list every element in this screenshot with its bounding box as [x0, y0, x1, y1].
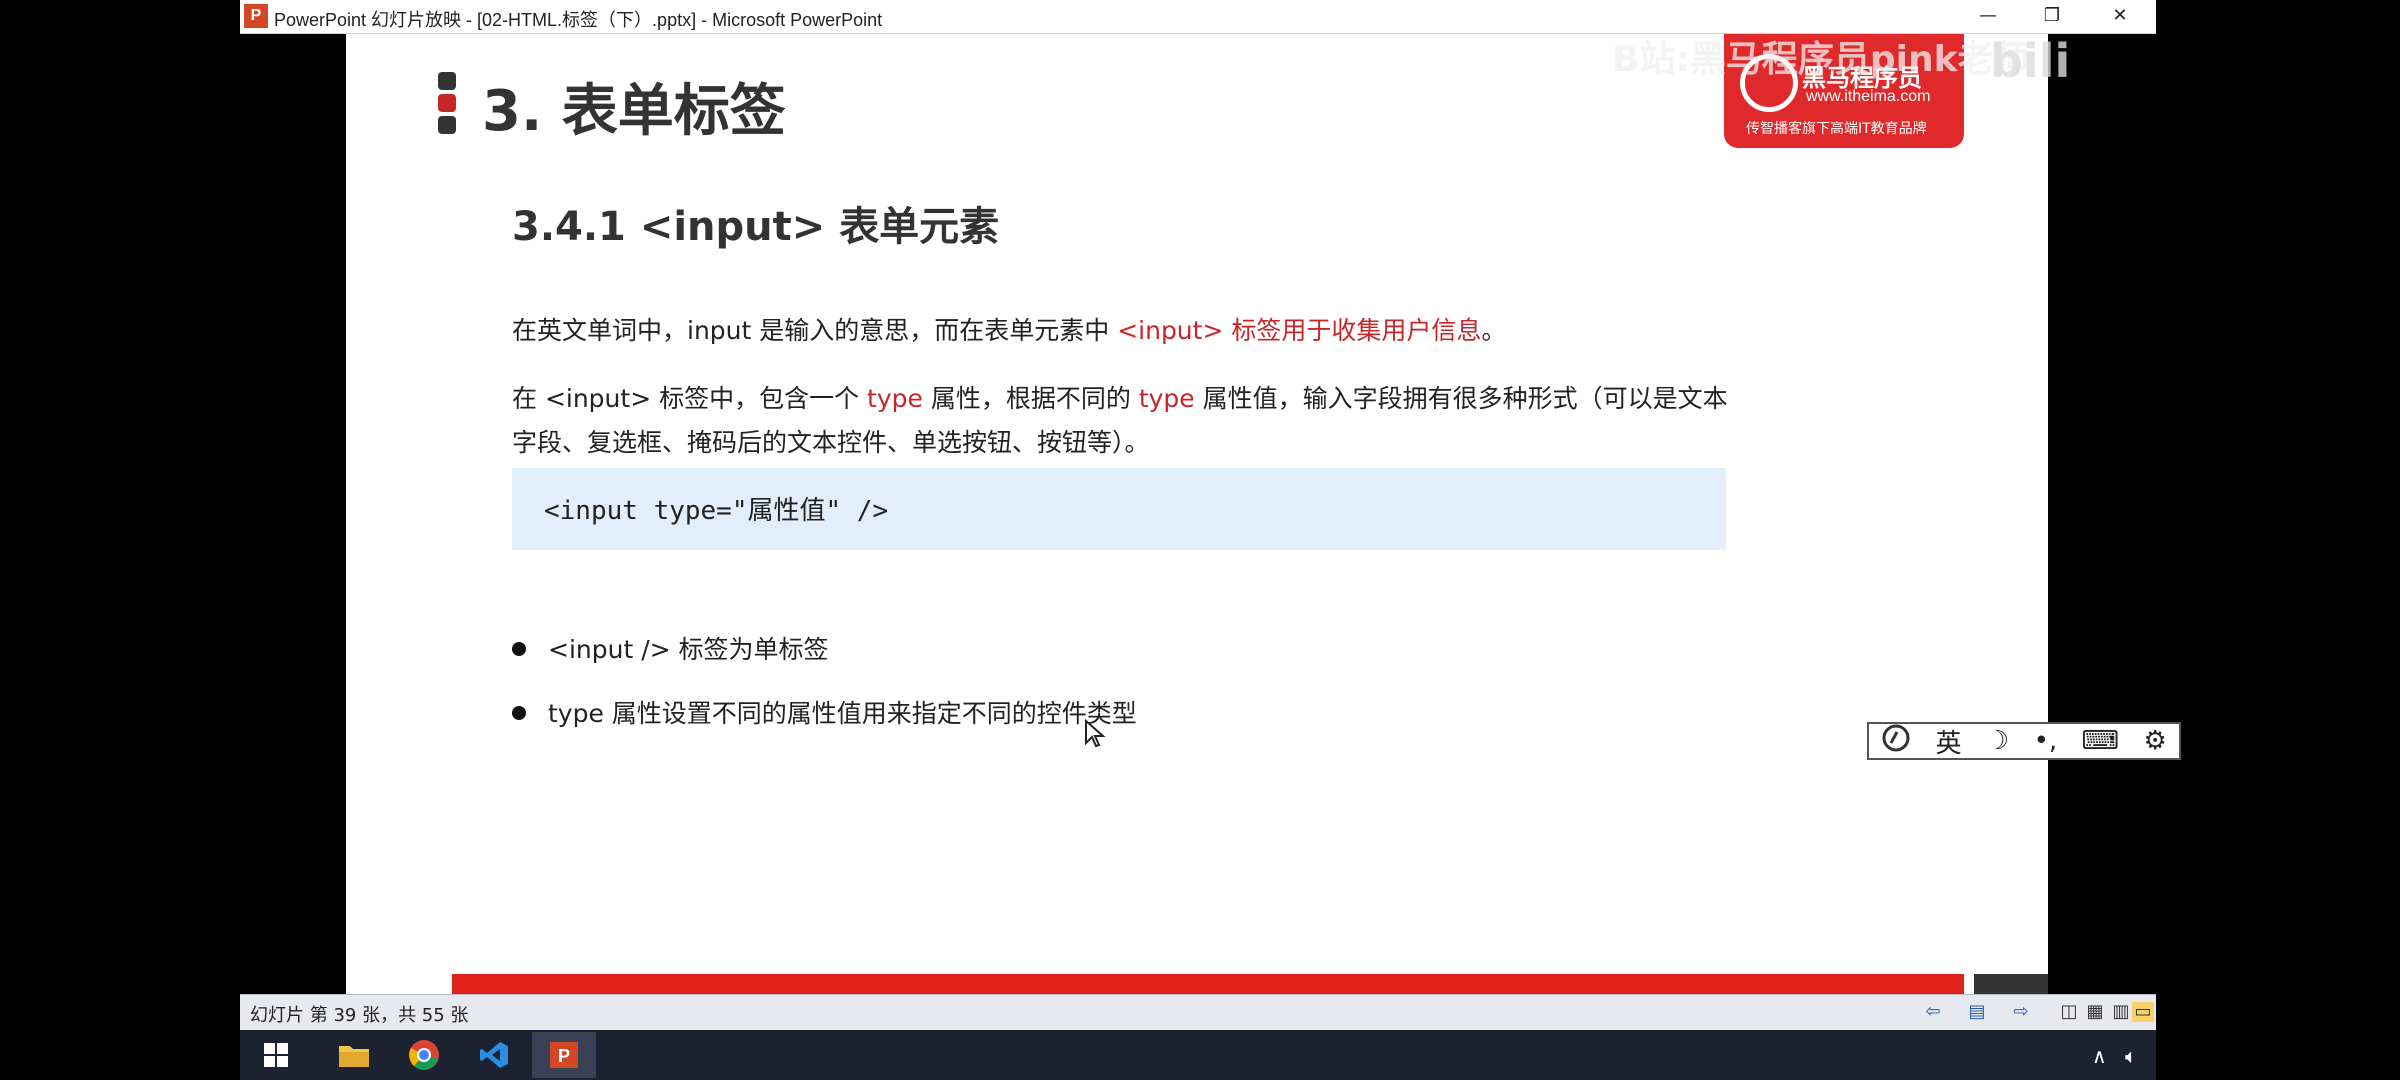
reading-view-icon[interactable]: ▥ — [2110, 1002, 2132, 1022]
ime-logo-icon[interactable] — [1881, 723, 1911, 760]
slide-counter: 幻灯片 第 39 张，共 55 张 — [250, 1005, 469, 1026]
powerpoint-window: P PowerPoint 幻灯片放映 - [02-HTML.标签（下）.pptx… — [240, 0, 2181, 1030]
svg-text:P: P — [558, 1046, 570, 1066]
folder-icon — [339, 1046, 369, 1067]
paragraph-1-highlight: <input> 标签用于收集用户信息 — [1117, 316, 1482, 345]
chrome-button[interactable] — [392, 1032, 456, 1078]
slideshow-view-icon[interactable]: ▭ — [2132, 1002, 2154, 1022]
slide-footer-dark-bar — [1974, 974, 2048, 994]
paragraph-2-text-b: 属性，根据不同的 — [922, 384, 1139, 413]
slide-footer-red-bar — [452, 974, 1964, 994]
vscode-icon — [480, 1042, 508, 1068]
normal-view-icon[interactable]: ◫ — [2058, 1002, 2080, 1022]
close-button[interactable]: ✕ — [2088, 0, 2152, 34]
slide[interactable]: 3. 表单标签 黑马程序员 www.itheima.com 传智播客旗下高端IT… — [346, 34, 2048, 994]
moon-icon[interactable]: ☽ — [1986, 726, 2009, 756]
bilibili-watermark: B站:黑马程序员pink老师 — [1612, 39, 2030, 80]
section-subtitle: 3.4.1 <input> 表单元素 — [512, 204, 1000, 250]
powerpoint-button[interactable]: P — [532, 1032, 596, 1078]
bilibili-logo: bili — [1990, 34, 2071, 88]
volume-icon[interactable]: 🔈︎ — [2125, 1044, 2137, 1068]
ime-toolbar: 英 ☽ •, ⌨ ⚙ — [1867, 722, 2181, 760]
start-button[interactable] — [244, 1032, 308, 1078]
next-slide-icon[interactable]: ⇨ — [2010, 1002, 2032, 1022]
bullet-text: <input /> 标签为单标签 — [548, 635, 829, 664]
keyboard-icon[interactable]: ⌨ — [2082, 726, 2120, 756]
bullet-dot-icon — [512, 706, 526, 720]
paragraph-2-text-c: 属性值，输入字段拥有很多种形式（可以是文本 — [1194, 384, 1728, 413]
title-bar: P PowerPoint 幻灯片放映 - [02-HTML.标签（下）.pptx… — [240, 0, 2156, 34]
slide-title: 3. 表单标签 — [482, 79, 786, 144]
chrome-icon — [409, 1040, 439, 1070]
gear-icon[interactable]: ⚙ — [2143, 726, 2166, 756]
slideshow-area: 3. 表单标签 黑马程序员 www.itheima.com 传智播客旗下高端IT… — [240, 34, 2156, 994]
vscode-button[interactable] — [462, 1032, 526, 1078]
code-block: <input type="属性值" /> — [512, 468, 1726, 550]
maximize-button[interactable]: ❐ — [2020, 0, 2084, 34]
powerpoint-app-icon[interactable]: P — [244, 4, 268, 28]
window-title: PowerPoint 幻灯片放映 - [02-HTML.标签（下）.pptx] … — [274, 10, 883, 30]
logo-tagline: 传智播客旗下高端IT教育品牌 — [1746, 121, 1927, 137]
slide-menu-icon[interactable]: ▤ — [1966, 1002, 1988, 1022]
powerpoint-icon: P — [550, 1042, 578, 1068]
ime-language-toggle[interactable]: 英 — [1936, 723, 1962, 760]
windows-taskbar: P ∧ 🔈︎ — [240, 1030, 2156, 1080]
windows-logo-icon — [264, 1043, 288, 1067]
code-text: <input type="属性值" /> — [544, 496, 889, 526]
previous-slide-icon[interactable]: ⇦ — [1922, 1002, 1944, 1022]
mouse-cursor-icon — [1085, 719, 1106, 748]
paragraph-1: 在英文单词中，input 是输入的意思，而在表单元素中 <input> 标签用于… — [512, 310, 1506, 352]
paragraph-2-line-2: 字段、复选框、掩码后的文本控件、单选按钮、按钮等）。 — [512, 428, 1150, 457]
paragraph-1-text-a: 在英文单词中，input 是输入的意思，而在表单元素中 — [512, 316, 1118, 345]
paragraph-2-type-2: type — [1138, 384, 1195, 413]
bullet-item: type 属性设置不同的属性值用来指定不同的控件类型 — [512, 694, 1137, 730]
minimize-button[interactable]: — — [1956, 0, 2020, 34]
paragraph-1-text-b: 。 — [1481, 316, 1507, 345]
paragraph-2-line-1: 在 <input> 标签中，包含一个 type 属性，根据不同的 type 属性… — [512, 378, 1728, 420]
title-bullets-icon — [438, 72, 458, 138]
bullet-item: <input /> 标签为单标签 — [512, 630, 829, 666]
paragraph-2-type-1: type — [867, 384, 923, 413]
chevron-up-icon[interactable]: ∧ — [2092, 1044, 2107, 1068]
slide-sorter-icon[interactable]: ▦ — [2084, 1002, 2106, 1022]
status-bar: 幻灯片 第 39 张，共 55 张 ⇦ ▤ ⇨ ◫ ▦ ▥ ▭ — [240, 994, 2156, 1030]
system-tray: ∧ 🔈︎ — [2092, 1044, 2137, 1068]
bullet-dot-icon — [512, 642, 526, 656]
paragraph-2-text-a: 在 <input> 标签中，包含一个 — [512, 384, 868, 413]
logo-url: www.itheima.com — [1806, 88, 1931, 105]
file-explorer-button[interactable] — [322, 1032, 386, 1078]
bullet-text: type 属性设置不同的属性值用来指定不同的控件类型 — [548, 699, 1137, 728]
punctuation-icon[interactable]: •, — [2034, 726, 2058, 756]
